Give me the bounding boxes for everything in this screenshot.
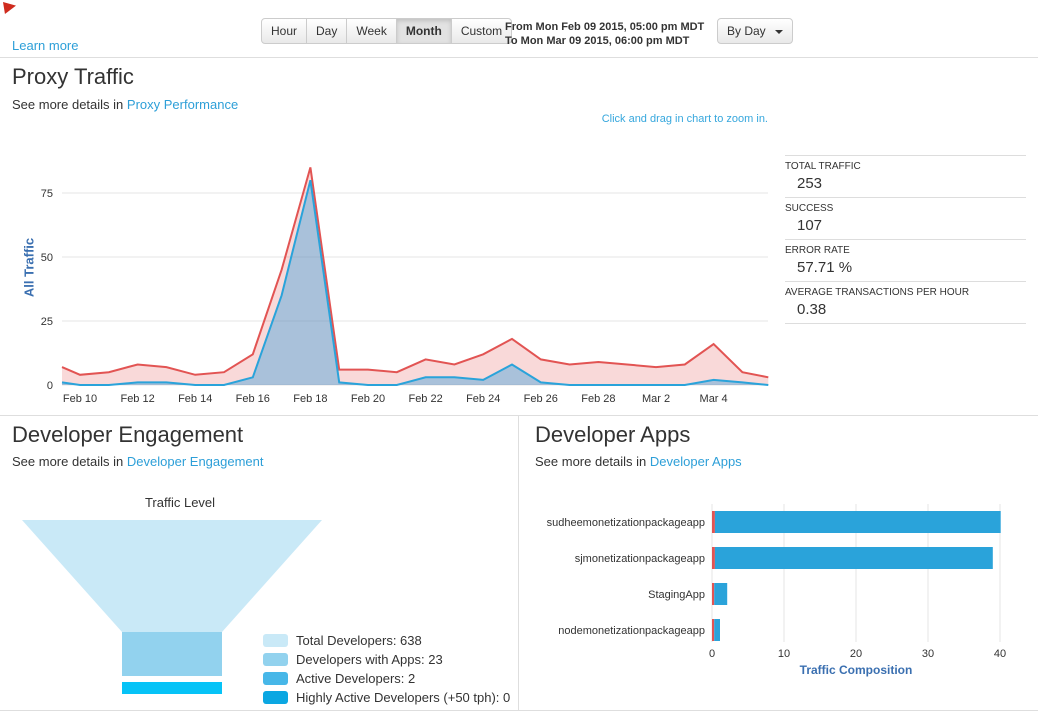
proxy-stats-panel: TOTAL TRAFFIC 253 SUCCESS 107 ERROR RATE… — [785, 155, 1026, 324]
svg-text:Feb 20: Feb 20 — [351, 393, 385, 405]
svg-text:Mar 4: Mar 4 — [700, 393, 728, 405]
proxy-traffic-title: Proxy Traffic — [12, 64, 134, 89]
svg-text:Feb 12: Feb 12 — [120, 393, 154, 405]
svg-text:sudheemonetizationpackageapp: sudheemonetizationpackageapp — [547, 517, 705, 529]
bottom-divider — [0, 710, 1038, 711]
svg-text:StagingApp: StagingApp — [648, 589, 705, 601]
developer-apps-title: Developer Apps — [535, 422, 691, 447]
range-button-custom[interactable]: Custom — [450, 18, 513, 44]
legend-item: Developers with Apps: 23 — [263, 652, 510, 667]
funnel-title: Traffic Level — [144, 495, 216, 510]
legend-swatch-total-developers — [263, 634, 288, 647]
section-divider — [0, 415, 1038, 416]
svg-text:Feb 26: Feb 26 — [524, 393, 558, 405]
developer-apps-link[interactable]: Developer Apps — [650, 454, 742, 469]
stat-value: 0.38 — [797, 301, 827, 318]
range-button-month[interactable]: Month — [395, 18, 452, 44]
svg-text:0: 0 — [709, 648, 715, 660]
granularity-label: By Day — [727, 24, 766, 38]
legend-swatch-active-developers — [263, 672, 288, 685]
legend-label: Developers with Apps: 23 — [296, 652, 443, 667]
svg-text:40: 40 — [994, 648, 1006, 660]
chevron-down-icon — [775, 29, 784, 34]
funnel-legend: Total Developers: 638 Developers with Ap… — [263, 633, 510, 709]
svg-text:Feb 18: Feb 18 — [293, 393, 327, 405]
vertical-divider — [518, 415, 519, 710]
svg-text:10: 10 — [778, 648, 790, 660]
svg-text:Feb 16: Feb 16 — [236, 393, 270, 405]
date-range-button-group: Hour Day Week Month Custom — [261, 18, 513, 44]
stat-label: AVERAGE TRANSACTIONS PER HOUR — [785, 287, 970, 298]
proxy-traffic-chart[interactable]: 0 25 50 75 Feb 10 Feb 12 Feb 14 Feb 16 Feb 18 Feb… — [2, 150, 772, 410]
svg-text:75: 75 — [41, 188, 53, 200]
zoom-hint: Click and drag in chart to zoom in. — [601, 113, 768, 125]
stat-value: 253 — [797, 175, 823, 192]
svg-text:sjmonetizationpackageapp: sjmonetizationpackageapp — [575, 553, 705, 565]
red-flag-icon — [3, 2, 16, 14]
header-divider — [0, 57, 1038, 58]
svg-text:nodemonetizationpackageapp: nodemonetizationpackageapp — [558, 625, 705, 637]
proxy-performance-link[interactable]: Proxy Performance — [127, 97, 238, 112]
stat-avg-tph: AVERAGE TRANSACTIONS PER HOUR 0.38 — [785, 281, 1026, 323]
legend-swatch-highly-active-developers — [263, 691, 288, 704]
engagement-subtitle-text: See more details in — [12, 454, 127, 469]
svg-text:30: 30 — [922, 648, 934, 660]
date-range-to: To Mon Mar 09 2015, 06:00 pm MDT — [505, 35, 690, 47]
developer-engagement-link[interactable]: Developer Engagement — [127, 454, 264, 469]
svg-text:Feb 14: Feb 14 — [178, 393, 212, 405]
legend-swatch-developers-with-apps — [263, 653, 288, 666]
developer-engagement-subtitle: See more details in Developer Engagement — [12, 454, 264, 469]
stat-label: SUCCESS — [785, 203, 834, 214]
legend-item: Total Developers: 638 — [263, 633, 510, 648]
legend-label: Active Developers: 2 — [296, 671, 416, 686]
stat-value: 107 — [797, 217, 823, 234]
developer-apps-chart: 0 10 20 30 40 sudheemonetizationpackageapp sjm… — [547, 504, 1006, 677]
svg-text:0: 0 — [47, 380, 53, 392]
legend-item: Active Developers: 2 — [263, 671, 510, 686]
learn-more-link[interactable]: Learn more — [12, 38, 78, 53]
stat-value: 57.71 % — [797, 259, 853, 276]
svg-text:Feb 22: Feb 22 — [408, 393, 442, 405]
analytics-dashboard: Learn more Hour Day Week Month Custom Fr… — [0, 0, 1038, 717]
legend-item: Highly Active Developers (+50 tph): 0 — [263, 690, 510, 705]
stat-error-rate: ERROR RATE 57.71 % — [785, 239, 1026, 281]
svg-text:50: 50 — [41, 252, 53, 264]
granularity-dropdown[interactable]: By Day — [717, 18, 794, 44]
svg-text:Feb 28: Feb 28 — [581, 393, 615, 405]
date-range-summary: From Mon Feb 09 2015, 05:00 pm MDT To Mo… — [505, 20, 704, 48]
proxy-traffic-subtitle: See more details in Proxy Performance — [12, 97, 238, 112]
developer-apps-subtitle: See more details in Developer Apps — [535, 454, 742, 469]
range-button-day[interactable]: Day — [306, 18, 348, 44]
svg-text:20: 20 — [850, 648, 862, 660]
svg-text:25: 25 — [41, 316, 53, 328]
date-range-from: From Mon Feb 09 2015, 05:00 pm MDT — [505, 21, 705, 33]
range-button-week[interactable]: Week — [346, 18, 397, 44]
svg-text:Traffic Composition: Traffic Composition — [800, 663, 913, 677]
stat-label: TOTAL TRAFFIC — [785, 161, 861, 172]
stat-label: ERROR RATE — [785, 245, 850, 256]
svg-text:Feb 10: Feb 10 — [63, 393, 97, 405]
stat-total-traffic: TOTAL TRAFFIC 253 — [785, 155, 1026, 197]
developer-engagement-title: Developer Engagement — [12, 422, 244, 447]
svg-text:Mar 2: Mar 2 — [642, 393, 670, 405]
stat-success: SUCCESS 107 — [785, 197, 1026, 239]
svg-text:Feb 24: Feb 24 — [466, 393, 500, 405]
legend-label: Total Developers: 638 — [296, 633, 422, 648]
range-button-hour[interactable]: Hour — [261, 18, 308, 44]
apps-subtitle-text: See more details in — [535, 454, 650, 469]
proxy-subtitle-text: See more details in — [12, 97, 127, 112]
legend-label: Highly Active Developers (+50 tph): 0 — [296, 690, 511, 705]
